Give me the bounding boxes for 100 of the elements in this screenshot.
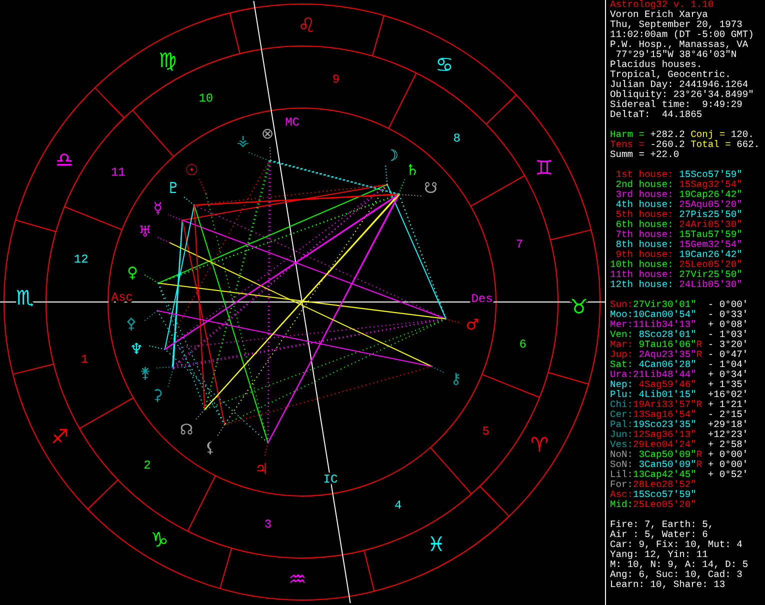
sign-division-line (372, 15, 384, 56)
planet-motion: - 1°04' (708, 360, 748, 370)
planet-motion: - 2°15' (708, 410, 748, 420)
harmony-value: +22.0 (650, 150, 680, 160)
planet-position: 2Aqu23'35" (638, 350, 696, 360)
planet-motion: +29°18' (708, 420, 748, 430)
sign-division-line (479, 486, 510, 517)
planet-motion: - 0°00' (708, 300, 748, 310)
planet-glyph: ♆ (130, 340, 144, 358)
chart-info-line: Thu, September 20, 1973 (610, 20, 744, 30)
planet-name: Nep: (610, 380, 634, 390)
planet-position: 19Sco23'35" (633, 420, 696, 430)
planet-position: 15Sco57'59" (633, 490, 696, 500)
planet-position: 3Cap50'09" (638, 450, 696, 460)
planet-name: Jun: (610, 430, 634, 440)
leader-line (168, 214, 183, 221)
planet-motion: + 0°00' (708, 450, 748, 460)
retrograde-label: R (696, 400, 702, 410)
house-number: 10 (198, 92, 214, 106)
harmony-label: Tens = (610, 140, 645, 150)
house-number: 5 (482, 424, 490, 439)
house-cusp-position: 15Sag32'54" (679, 179, 742, 190)
sign-division-line (229, 12, 240, 54)
house-label: 4th house: (614, 200, 674, 210)
zodiac-sign-glyph: ♎ (56, 148, 74, 172)
house-label: 8th house: (614, 240, 674, 250)
planet-position: 10Can00'54" (633, 310, 696, 320)
chart-info-line: P.W. Hosp., Manassas, VA (610, 40, 750, 50)
house-cusp-position: 25Aqu05'20" (679, 199, 742, 210)
planet-position: 11Lib34'13" (633, 320, 696, 330)
planet-name: For: (610, 480, 634, 490)
planet-glyph: ⚴ (126, 314, 137, 332)
planet-glyph: ⚶ (236, 132, 250, 150)
house-cusp-line (64, 206, 122, 230)
planet-glyph: ⚵ (140, 364, 151, 382)
planet-name: Pal: (610, 420, 634, 430)
retrograde-label: R (696, 460, 702, 470)
planet-name: Moo: (610, 310, 634, 320)
planet-position: 19Ari33'57" (633, 400, 696, 410)
element-summary-line: Yang: 12, Yin: 11 (610, 550, 709, 560)
zodiac-sign-glyph: ♉ (570, 294, 588, 319)
house-cusp-position: 27Vir25'50" (679, 269, 742, 280)
house-cusp-position: 25Leo05'20" (679, 259, 742, 270)
angle-label: MC (285, 115, 300, 130)
planet-position: 4Can06'28" (638, 360, 696, 370)
house-number: 12 (74, 252, 88, 266)
planet-motion: - 1°03' (708, 330, 748, 340)
planet-motion: + 0°34' (708, 370, 748, 380)
planet-motion: + 1°35' (708, 380, 748, 390)
house-number: 3 (264, 517, 272, 532)
zodiac-sign-glyph: ♍ (158, 48, 177, 72)
zodiac-sign-glyph: ♈ (530, 432, 548, 456)
house-label: 11th house: (610, 270, 674, 280)
planet-name: Sat: (610, 360, 634, 370)
chart-info-line: 11:02:00am (DT -5:00 GMT) (610, 30, 755, 40)
sign-division-line (15, 220, 56, 232)
planet-name: Plu: (610, 390, 634, 400)
planet-name: SoN: (610, 460, 634, 470)
planet-motion: - 3°20' (708, 340, 748, 350)
planet-glyph: ♀ (127, 264, 138, 282)
planet-position: 13Sag16'54" (633, 410, 696, 420)
planet-glyph: ☋ (424, 179, 438, 197)
chart-info-line: Tropical, Geocentric. (610, 70, 732, 80)
planet-motion: + 2°58' (708, 440, 748, 450)
sign-division-line (12, 364, 54, 375)
planet-name: Sun: (610, 300, 634, 310)
chart-info-line: Julian Day: 2441946.1264 (610, 80, 750, 90)
zodiac-sign-glyph: ♌ (298, 13, 316, 37)
planet-position: 21Lib48'44" (633, 370, 696, 380)
sign-division-line (220, 548, 232, 589)
planet-glyph: ⚷ (450, 370, 462, 388)
planet-name: Ves: (610, 440, 634, 450)
house-cusp-position: 15Tau57'59" (679, 229, 742, 240)
chart-info-line: Obliquity: 23°26'34.8499" (610, 90, 755, 100)
planet-position: 4Lib01'15" (638, 390, 696, 400)
house-cusp-position: 15Sco57'59" (679, 169, 742, 180)
planet-name: Ven: (610, 330, 634, 340)
leader-line (156, 236, 170, 244)
house-number: 9 (332, 72, 340, 87)
sign-division-line (87, 479, 118, 510)
leader-line (264, 442, 268, 458)
planet-glyph: ♇ (166, 178, 180, 197)
planet-glyph: ⊗ (261, 124, 274, 142)
planet-glyph: ♃ (254, 460, 268, 478)
planet-position: 27Vir30'01" (633, 300, 696, 310)
leader-line (385, 165, 388, 186)
harmony-value: 662. (736, 140, 760, 150)
house-cusp-line (470, 175, 526, 207)
leader-line (194, 409, 206, 422)
house-cusp-line (388, 72, 417, 129)
house-number: 1 (80, 352, 88, 366)
house-label: 5th house: (614, 210, 674, 220)
sign-division-line (486, 94, 517, 125)
house-cusp-position: 19Cap26'42" (679, 189, 742, 200)
planet-position: 4Sag59'46" (638, 380, 696, 390)
planet-position: 9Tau16'06" (638, 340, 696, 350)
planet-glyph: ⚳ (152, 386, 163, 404)
house-cusp-position: 15Gem32'54" (679, 239, 742, 250)
leader-line (182, 195, 195, 206)
retrograde-label: R (696, 340, 702, 350)
